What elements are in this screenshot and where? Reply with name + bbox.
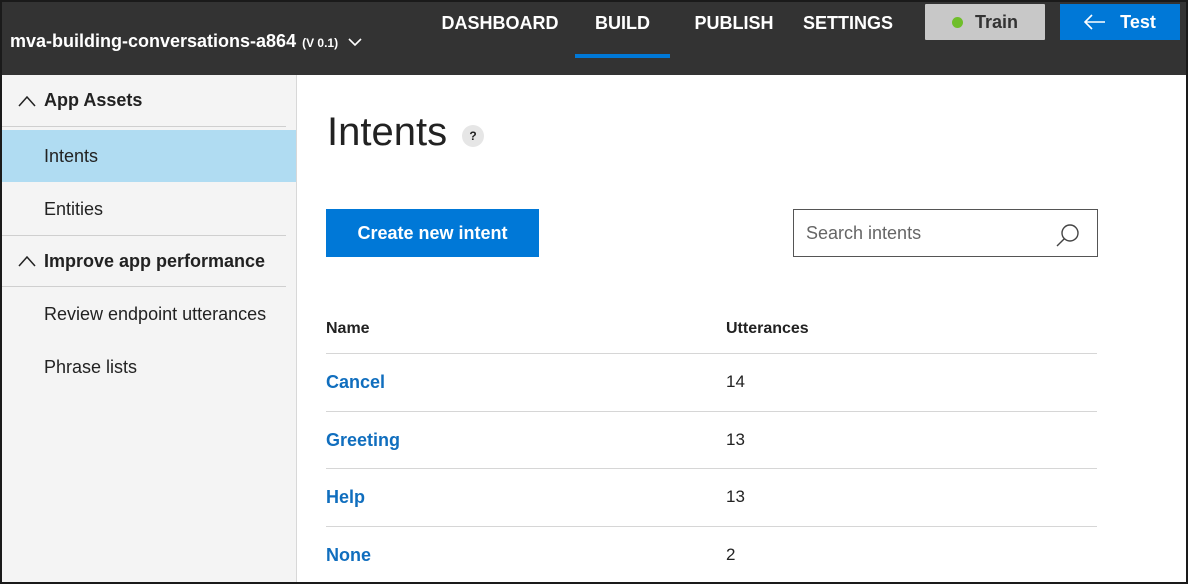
chevron-down-icon bbox=[348, 38, 362, 47]
tab-dashboard[interactable]: DASHBOARD bbox=[439, 2, 561, 58]
chevron-up-icon bbox=[18, 255, 36, 267]
sidebar-item-intents[interactable]: Intents bbox=[2, 130, 296, 182]
tab-build[interactable]: BUILD bbox=[575, 2, 670, 58]
intent-link[interactable]: None bbox=[326, 545, 371, 566]
train-button[interactable]: Train bbox=[925, 4, 1045, 40]
app-version: (V 0.1) bbox=[302, 36, 339, 50]
page-title: Intents bbox=[327, 110, 448, 154]
app-selector[interactable]: mva-building-conversations-a864 (V 0.1) bbox=[10, 31, 362, 52]
search-input[interactable] bbox=[806, 210, 1046, 256]
train-button-label: Train bbox=[974, 11, 1018, 32]
chevron-up-icon bbox=[18, 95, 36, 106]
create-new-intent-button[interactable]: Create new intent bbox=[326, 209, 539, 257]
sidebar-section-app-assets[interactable]: App Assets bbox=[2, 75, 286, 127]
tab-build-label: BUILD bbox=[595, 13, 650, 33]
intent-link[interactable]: Help bbox=[326, 487, 365, 508]
sidebar-item-phrase-lists[interactable]: Phrase lists bbox=[2, 341, 296, 393]
sidebar-section-label: App Assets bbox=[44, 90, 143, 110]
sidebar-item-label: Entities bbox=[44, 198, 104, 219]
sidebar-item-label: Intents bbox=[44, 145, 99, 166]
test-button[interactable]: Test bbox=[1060, 4, 1180, 40]
app-name: mva-building-conversations-a864 bbox=[10, 31, 297, 51]
utterance-count: 14 bbox=[726, 372, 745, 391]
train-status-dot-icon bbox=[951, 16, 963, 28]
tab-dashboard-label: DASHBOARD bbox=[441, 13, 559, 33]
column-header-name[interactable]: Name bbox=[326, 320, 370, 338]
utterance-count: 13 bbox=[726, 487, 745, 506]
sidebar: App Assets Intents Entities Improve app … bbox=[2, 75, 297, 582]
create-new-intent-label: Create new intent bbox=[357, 222, 508, 243]
sidebar-item-review-endpoint-utterances[interactable]: Review endpoint utterances bbox=[2, 288, 296, 340]
sidebar-item-label: Phrase lists bbox=[44, 356, 138, 377]
utterance-count: 13 bbox=[726, 430, 745, 449]
intent-link[interactable]: Cancel bbox=[326, 372, 385, 393]
table-row: None 2 bbox=[326, 526, 1097, 582]
tab-settings-label: SETTINGS bbox=[802, 13, 893, 33]
search-icon[interactable] bbox=[1055, 222, 1081, 248]
column-header-utterances[interactable]: Utterances bbox=[726, 320, 809, 338]
intent-link[interactable]: Greeting bbox=[326, 430, 400, 451]
sidebar-section-label: Improve app performance bbox=[44, 250, 266, 271]
tab-settings[interactable]: SETTINGS bbox=[800, 2, 896, 58]
arrow-left-icon bbox=[1084, 14, 1106, 30]
table-row: Cancel 14 bbox=[326, 353, 1097, 411]
sidebar-item-label: Review endpoint utterances bbox=[44, 303, 267, 324]
table-row: Help 13 bbox=[326, 468, 1097, 526]
top-navigation-bar: mva-building-conversations-a864 (V 0.1) … bbox=[2, 2, 1186, 75]
help-icon[interactable]: ? bbox=[462, 125, 484, 147]
tab-publish[interactable]: PUBLISH bbox=[686, 2, 782, 58]
app-window: mva-building-conversations-a864 (V 0.1) … bbox=[0, 0, 1188, 584]
sidebar-item-entities[interactable]: Entities bbox=[2, 183, 296, 235]
utterance-count: 2 bbox=[726, 545, 736, 564]
test-button-label: Test bbox=[1120, 11, 1156, 32]
search-box bbox=[793, 209, 1098, 257]
table-row: Greeting 13 bbox=[326, 411, 1097, 469]
tab-publish-label: PUBLISH bbox=[694, 13, 774, 33]
sidebar-section-improve-app-performance[interactable]: Improve app performance bbox=[2, 235, 286, 287]
